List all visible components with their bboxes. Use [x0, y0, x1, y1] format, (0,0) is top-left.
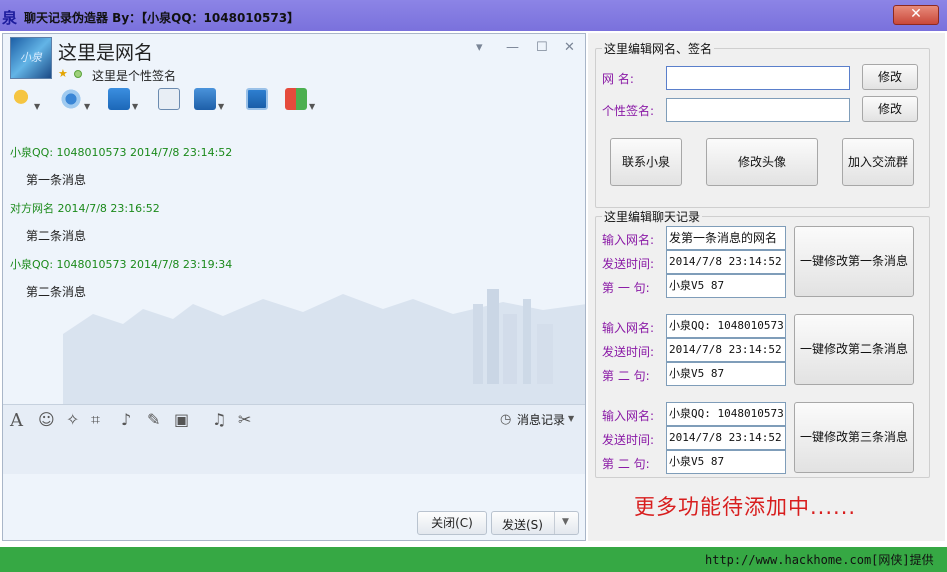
- profile-group-label: 这里编辑网名、签名: [602, 40, 715, 57]
- remote-desktop-icon: [194, 88, 216, 110]
- entry-name-label: 输入网名:: [602, 409, 655, 423]
- contact-signature: 这里是个性签名: [92, 69, 177, 83]
- change-avatar-button[interactable]: 修改头像: [706, 138, 818, 186]
- entry-text-input[interactable]: 小泉V5 87: [666, 274, 786, 298]
- message-body: 第一条消息: [26, 173, 87, 187]
- screen-share-icon: [246, 88, 268, 110]
- modify-signature-button[interactable]: 修改: [862, 96, 918, 122]
- chevron-down-icon: ▼: [84, 102, 91, 111]
- microphone-icon: [10, 88, 32, 110]
- avatar[interactable]: 小泉: [10, 37, 52, 79]
- entry-text-label: 第 二 句:: [602, 457, 650, 471]
- entry-time-label: 发送时间:: [602, 257, 655, 271]
- contact-name: 这里是网名: [58, 42, 154, 64]
- apply-message-2-button[interactable]: 一键修改第二条消息: [794, 314, 914, 385]
- file-transfer-tool[interactable]: ▼: [108, 88, 138, 112]
- chevron-down-icon[interactable]: ▼: [568, 414, 574, 423]
- chevron-down-icon: ▼: [218, 102, 225, 111]
- scissors-icon[interactable]: ✂: [238, 410, 251, 429]
- entry-text-input[interactable]: 小泉V5 87: [666, 450, 786, 474]
- microphone-tool[interactable]: ▼: [10, 88, 40, 112]
- message-body: 第二条消息: [26, 229, 87, 243]
- signature-label: 个性签名:: [602, 104, 655, 118]
- contact-author-button[interactable]: 联系小泉: [610, 138, 682, 186]
- apps-icon: [285, 88, 307, 110]
- chevron-down-icon: ▼: [34, 102, 41, 111]
- more-features-text: 更多功能待添加中......: [634, 495, 857, 519]
- entry-time-input[interactable]: 2014/7/8 23:14:52: [666, 250, 786, 274]
- join-group-button[interactable]: 加入交流群: [842, 138, 914, 186]
- signature-input[interactable]: [666, 98, 850, 122]
- divider: [554, 512, 555, 534]
- font-icon[interactable]: A: [10, 410, 23, 431]
- entry-name-input[interactable]: 小泉QQ: 1048010573: [666, 314, 786, 338]
- dropdown-icon[interactable]: ▾: [476, 40, 483, 55]
- footer-credit: http://www.hackhome.com[网侠]提供: [705, 553, 934, 567]
- entry-time-input[interactable]: 2014/7/8 23:14:52: [666, 426, 786, 450]
- voice-icon[interactable]: ♪: [121, 410, 131, 429]
- online-status-icon: [74, 70, 82, 78]
- entry-name-label: 输入网名:: [602, 233, 655, 247]
- entry-name-input[interactable]: 小泉QQ: 1048010573: [666, 402, 786, 426]
- message-header: 小泉QQ: 1048010573 2014/7/8 23:14:52: [10, 146, 233, 159]
- file-transfer-icon: [108, 88, 130, 110]
- modify-name-button[interactable]: 修改: [862, 64, 918, 90]
- apply-message-1-button[interactable]: 一键修改第一条消息: [794, 226, 914, 297]
- remote-desktop-tool[interactable]: ▼: [194, 88, 224, 112]
- entry-time-label: 发送时间:: [602, 345, 655, 359]
- edit-icon[interactable]: ✎: [147, 410, 160, 429]
- apps-tool[interactable]: ▼: [285, 88, 315, 112]
- close-chat-button[interactable]: 关闭(C): [417, 511, 487, 535]
- message-history-button[interactable]: 消息记录: [517, 411, 565, 428]
- entry-name-label: 输入网名:: [602, 321, 655, 335]
- message-body: 第二条消息: [26, 285, 87, 299]
- minimize-icon[interactable]: —: [506, 40, 519, 55]
- name-input[interactable]: [666, 66, 850, 90]
- entry-text-input[interactable]: 小泉V5 87: [666, 362, 786, 386]
- apply-message-3-button[interactable]: 一键修改第三条消息: [794, 402, 914, 473]
- maximize-icon[interactable]: ☐: [536, 40, 548, 55]
- camera-tool[interactable]: ▼: [60, 88, 90, 112]
- screenshot-icon[interactable]: ⌗: [91, 410, 100, 430]
- add-chat-icon: [158, 88, 180, 110]
- add-chat-tool[interactable]: [158, 88, 180, 112]
- send-button[interactable]: 发送(S) ▼: [491, 511, 579, 535]
- app-icon: 泉: [2, 9, 18, 27]
- chevron-down-icon: ▼: [132, 102, 139, 111]
- nudge-icon[interactable]: ✧: [66, 410, 79, 429]
- message-header: 对方网名 2014/7/8 23:16:52: [10, 202, 160, 215]
- entry-time-label: 发送时间:: [602, 433, 655, 447]
- emoji-icon[interactable]: ☺: [38, 410, 55, 429]
- music-icon[interactable]: ♫: [212, 410, 226, 429]
- clock-icon: ◷: [500, 412, 512, 427]
- image-icon[interactable]: ▣: [174, 410, 189, 429]
- record-group-label: 这里编辑聊天记录: [602, 208, 703, 225]
- entry-text-label: 第 二 句:: [602, 369, 650, 383]
- entry-text-label: 第 一 句:: [602, 281, 650, 295]
- star-icon: ★: [58, 67, 68, 80]
- screen-share-tool[interactable]: [246, 88, 268, 112]
- entry-time-input[interactable]: 2014/7/8 23:14:52: [666, 338, 786, 362]
- message-header: 小泉QQ: 1048010573 2014/7/8 23:19:34: [10, 258, 233, 271]
- send-label: 发送(S): [502, 518, 543, 532]
- chevron-down-icon[interactable]: ▼: [562, 517, 569, 527]
- camera-icon: [60, 88, 82, 110]
- chevron-down-icon: ▼: [309, 102, 316, 111]
- name-label: 网 名:: [602, 72, 634, 86]
- divider: [3, 404, 585, 405]
- entry-name-input[interactable]: 发第一条消息的网名: [666, 226, 786, 250]
- window-title: 聊天记录伪造器 By：【小泉QQ：1048010573】: [24, 11, 300, 25]
- close-chat-icon[interactable]: ✕: [564, 40, 575, 55]
- close-window-button[interactable]: ✕: [893, 5, 939, 25]
